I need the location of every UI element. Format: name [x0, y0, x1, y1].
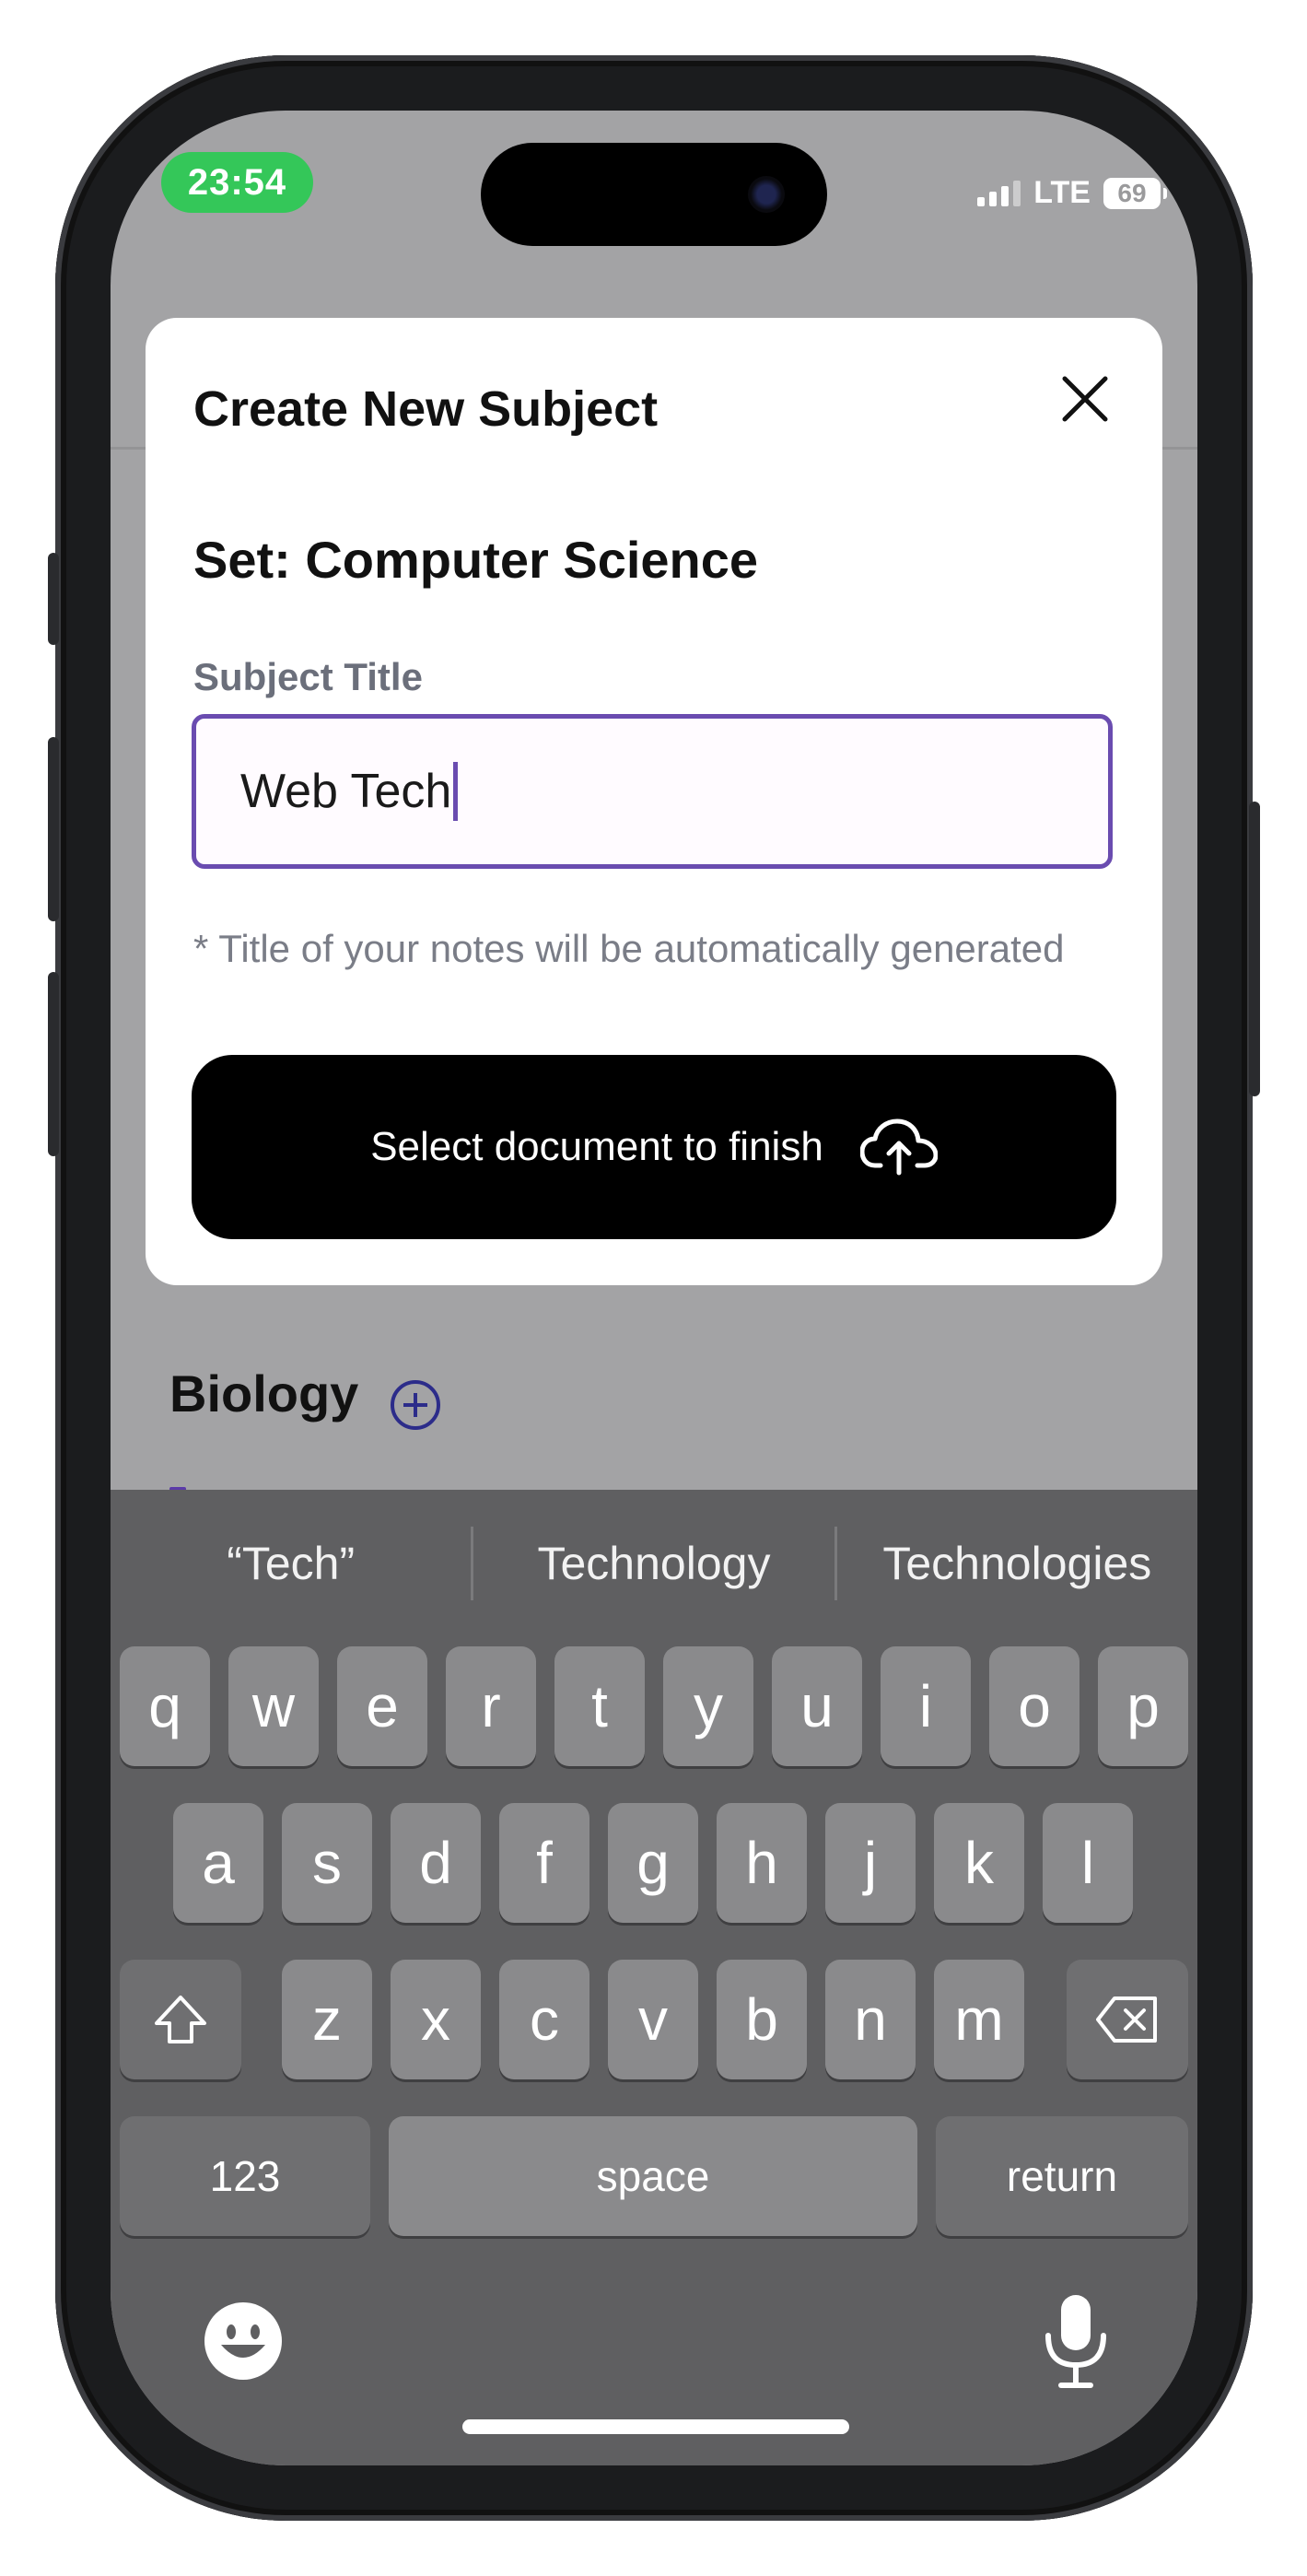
set-label: Set: Computer Science: [193, 531, 759, 589]
space-key-label: space: [596, 2152, 710, 2200]
signal-icon: [977, 180, 1021, 206]
close-icon: [1062, 376, 1108, 422]
delete-key[interactable]: [1067, 1960, 1188, 2079]
key-l[interactable]: l: [1043, 1803, 1133, 1923]
key-w[interactable]: w: [228, 1646, 319, 1766]
hint-text: * Title of your notes will be automatica…: [193, 927, 1065, 970]
subject-title-input[interactable]: Web Tech: [192, 714, 1113, 869]
key-h[interactable]: h: [717, 1803, 807, 1923]
dynamic-island: [481, 143, 827, 246]
suggestion-2[interactable]: Technology: [473, 1537, 834, 1590]
emoji-button[interactable]: [203, 2301, 284, 2382]
key-k[interactable]: k: [934, 1803, 1024, 1923]
key-s[interactable]: s: [282, 1803, 372, 1923]
suggestion-1[interactable]: “Tech”: [111, 1537, 471, 1590]
key-v[interactable]: v: [608, 1960, 698, 2079]
key-p[interactable]: p: [1098, 1646, 1188, 1766]
key-u[interactable]: u: [772, 1646, 862, 1766]
key-x[interactable]: x: [391, 1960, 481, 2079]
key-y[interactable]: y: [663, 1646, 753, 1766]
power-button: [1249, 802, 1260, 1096]
modal-title: Create New Subject: [193, 381, 659, 437]
cloud-upload-icon: [859, 1118, 938, 1176]
subject-title-label: Subject Title: [193, 655, 423, 698]
return-key[interactable]: return: [936, 2116, 1188, 2236]
key-d[interactable]: d: [391, 1803, 481, 1923]
status-time: 23:54: [161, 152, 313, 213]
key-i[interactable]: i: [881, 1646, 971, 1766]
numbers-key[interactable]: 123: [120, 2116, 370, 2236]
volume-down-button: [48, 972, 59, 1156]
status-indicators: LTE 69: [977, 175, 1167, 211]
camera-icon: [748, 176, 785, 213]
home-indicator[interactable]: [462, 2419, 849, 2434]
backspace-icon: [1096, 1996, 1157, 2043]
subject-title-value: Web Tech: [240, 765, 452, 818]
key-m[interactable]: m: [934, 1960, 1024, 2079]
create-subject-modal: Create New Subject Set: Computer Science…: [146, 318, 1162, 1285]
emoji-icon: [204, 2302, 282, 2380]
text-cursor: [453, 762, 459, 821]
key-r[interactable]: r: [446, 1646, 536, 1766]
key-e[interactable]: e: [337, 1646, 427, 1766]
key-n[interactable]: n: [825, 1960, 916, 2079]
key-a[interactable]: a: [173, 1803, 263, 1923]
key-t[interactable]: t: [554, 1646, 645, 1766]
network-label: LTE: [1033, 175, 1091, 210]
suggestion-3[interactable]: Technologies: [837, 1537, 1197, 1590]
battery-icon: 69: [1103, 177, 1167, 209]
space-key[interactable]: space: [389, 2116, 917, 2236]
microphone-icon: [1045, 2295, 1106, 2388]
close-button[interactable]: [1052, 366, 1118, 432]
key-f[interactable]: f: [499, 1803, 589, 1923]
key-j[interactable]: j: [825, 1803, 916, 1923]
volume-up-button: [48, 737, 59, 921]
action-button: [48, 553, 59, 645]
key-o[interactable]: o: [989, 1646, 1079, 1766]
key-z[interactable]: z: [282, 1960, 372, 2079]
key-c[interactable]: c: [499, 1960, 589, 2079]
shift-key[interactable]: [120, 1960, 241, 2079]
key-q[interactable]: q: [120, 1646, 210, 1766]
suggestion-bar: “Tech” Technology Technologies: [111, 1490, 1197, 1637]
screen: Biology 23:54 LTE 69 Create New Subject …: [111, 111, 1197, 2465]
return-key-label: return: [1006, 2152, 1118, 2200]
select-document-label: Select document to finish: [370, 1124, 823, 1169]
add-circle-icon[interactable]: [389, 1378, 442, 1432]
shift-icon: [155, 1996, 206, 2043]
select-document-button[interactable]: Select document to finish: [192, 1055, 1116, 1239]
dictation-button[interactable]: [1041, 2291, 1111, 2393]
numbers-key-label: 123: [209, 2152, 281, 2200]
key-b[interactable]: b: [717, 1960, 807, 2079]
key-g[interactable]: g: [608, 1803, 698, 1923]
background-section-title: Biology: [169, 1364, 359, 1423]
keyboard: “Tech” Technology Technologies q w e r t…: [111, 1490, 1197, 2465]
battery-level: 69: [1117, 178, 1147, 207]
